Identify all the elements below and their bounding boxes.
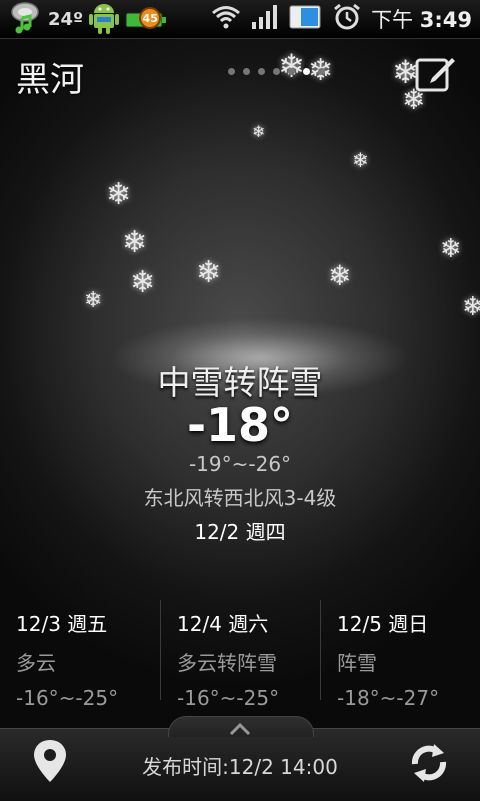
forecast-temperature: -16°~-25° <box>16 686 119 710</box>
refresh-button[interactable] <box>406 740 452 786</box>
forecast-date: 12/4 週六 <box>177 612 269 636</box>
forecast-list: 12/3 週五 多云 -16°~-25° 12/4 週六 多云转阵雪 -16°~… <box>0 600 480 710</box>
status-clock: 下午 3:49 <box>371 4 472 34</box>
forecast-condition: 多云 <box>16 651 56 675</box>
status-bar-left: 24º 45 <box>8 0 169 38</box>
weather-icon <box>8 0 42 38</box>
forecast-day[interactable]: 12/3 週五 多云 -16°~-25° <box>0 600 160 710</box>
forecast-date: 12/3 週五 <box>16 612 108 636</box>
snowflake-icon: ❄ <box>328 259 352 292</box>
page-dot <box>243 68 250 75</box>
page-dot <box>318 68 325 75</box>
battery-icon: 45 <box>125 5 169 33</box>
page-indicator <box>228 68 325 75</box>
wind-info: 东北风转西北风3-4级 <box>143 486 337 510</box>
status-temperature: 24º <box>48 8 84 30</box>
temperature-range: -19°~-26° <box>188 452 292 476</box>
edit-icon <box>415 58 455 92</box>
sim-icon <box>289 4 323 34</box>
page-dot-active <box>303 68 310 75</box>
forecast-day[interactable]: 12/4 週六 多云转阵雪 -16°~-25° <box>160 600 320 710</box>
chevron-up-icon <box>229 722 251 736</box>
snowflake-icon: ❄ <box>252 122 266 141</box>
forecast-temperature: -18°~-27° <box>337 686 440 710</box>
forecast-date: 12/5 週日 <box>337 612 429 636</box>
forecast-day[interactable]: 12/5 週日 阵雪 -18°~-27° <box>320 600 480 710</box>
wifi-icon <box>211 4 241 34</box>
snowflake-icon: ❄ <box>84 288 103 313</box>
alarm-icon <box>333 3 361 35</box>
page-dot <box>228 68 235 75</box>
refresh-icon <box>411 744 447 782</box>
current-condition: 中雪转阵雪 <box>157 363 323 402</box>
snowflake-icon: ❄ <box>196 255 222 290</box>
forecast-condition: 阵雪 <box>337 651 377 675</box>
snowflake-icon: ❄ <box>462 292 480 322</box>
page-dot <box>288 68 295 75</box>
android-icon <box>89 0 120 39</box>
status-bar-right: 下午 3:49 <box>211 0 472 38</box>
current-date: 12/2 週四 <box>194 520 286 544</box>
clock-time: 3:49 <box>419 8 472 32</box>
edit-button[interactable] <box>414 54 456 94</box>
snowflake-icon: ❄ <box>440 234 462 264</box>
current-temperature: -18° <box>186 398 294 452</box>
snowflake-icon: ❄ <box>352 148 369 172</box>
signal-icon <box>251 4 279 34</box>
page-dot <box>273 68 280 75</box>
city-name[interactable]: 黑河 <box>16 52 84 101</box>
forecast-temperature: -16°~-25° <box>177 686 280 710</box>
snowflake-icon: ❄ <box>122 225 148 260</box>
snowflake-icon: ❄ <box>106 177 132 212</box>
snowflake-icon: ❄ <box>278 47 305 85</box>
status-bar: 24º 45 下午 3:49 <box>0 0 480 39</box>
page-dot <box>258 68 265 75</box>
forecast-condition: 多云转阵雪 <box>177 651 277 675</box>
snowflake-icon: ❄ <box>130 265 156 300</box>
clock-period: 下午 <box>371 8 414 32</box>
